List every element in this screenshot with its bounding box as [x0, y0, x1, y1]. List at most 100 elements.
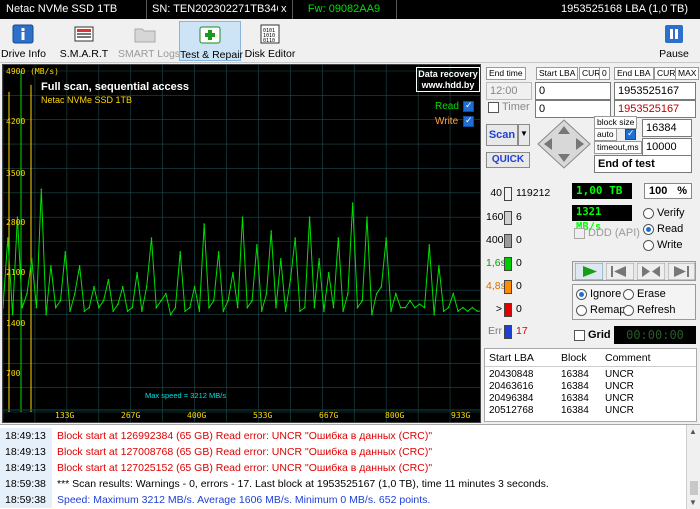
- end-action-select[interactable]: End of test: [594, 155, 692, 173]
- read-series-point: [74, 292, 76, 295]
- folder-icon: [134, 28, 156, 43]
- read-series-point: [198, 310, 201, 312]
- ddd-api-checkbox[interactable]: [574, 228, 585, 239]
- y-tick-label: 3500: [6, 169, 26, 178]
- test-repair-button[interactable]: Test & Repair: [179, 21, 243, 61]
- legend-write-checkbox[interactable]: [463, 115, 474, 127]
- x-tick-label: 800G: [385, 411, 405, 420]
- read-series-point: [356, 306, 359, 309]
- read-series-point: [30, 258, 33, 260]
- log-message: *** Scan results: Warnings - 0, errors -…: [57, 478, 549, 490]
- close-icon[interactable]: x: [279, 2, 291, 17]
- scroll-thumb[interactable]: [690, 481, 698, 495]
- read-series-point: [380, 285, 383, 288]
- disk-editor-button[interactable]: 0101 1010 0110 Disk Editor: [244, 21, 296, 61]
- read-series-point: [232, 272, 234, 274]
- read-series-point: [145, 285, 148, 288]
- read-series-point: [126, 310, 129, 312]
- read-series-point: [165, 292, 167, 295]
- pause-button[interactable]: Pause: [652, 21, 696, 61]
- log-timestamp: 18:49:13: [0, 428, 52, 444]
- drive-info-icon: [12, 24, 34, 44]
- block-legend-time: >: [495, 303, 502, 315]
- read-series-point: [141, 310, 143, 312]
- log-entry: 18:59:38 Speed: Maximum 3212 MB/s. Averag…: [0, 492, 684, 508]
- step-back-icon[interactable]: [606, 263, 634, 280]
- end-lba-field[interactable]: 1953525167: [614, 82, 696, 100]
- read-series-point: [313, 306, 316, 309]
- scroll-up-icon[interactable]: ▲: [689, 427, 697, 436]
- max-speed-label: Max speed = 3212 MB/s: [145, 391, 227, 400]
- log-entry: 18:49:13 Block start at 127008768 (65 GB)…: [0, 444, 684, 460]
- start-lba-field[interactable]: 0: [535, 82, 611, 100]
- read-series-point: [366, 216, 368, 218]
- grid-checkbox[interactable]: [574, 330, 585, 341]
- drive-info-button[interactable]: Drive Info: [1, 21, 46, 61]
- legend-read-checkbox[interactable]: [463, 100, 474, 112]
- read-series-point: [462, 306, 464, 309]
- firmware-version: Fw: 09082AA9: [307, 3, 381, 15]
- verify-label: Verify: [657, 207, 685, 219]
- event-log[interactable]: 18:49:13 Block start at 126992384 (65 GB)…: [0, 424, 700, 509]
- ignore-radio[interactable]: [576, 289, 587, 300]
- read-series-point: [280, 258, 282, 260]
- scroll-down-icon[interactable]: ▼: [689, 498, 697, 507]
- end-time-field[interactable]: 12:00: [486, 82, 532, 100]
- write-radio[interactable]: [643, 240, 654, 251]
- read-series-point: [337, 237, 340, 239]
- table-row[interactable]: 20512768 16384 UNCR: [485, 405, 696, 417]
- remap-radio[interactable]: [576, 305, 587, 316]
- read-series-point: [390, 310, 392, 312]
- refresh-radio[interactable]: [623, 305, 634, 316]
- read-series-point: [131, 306, 134, 309]
- log-message: Speed: Maximum 3212 MB/s. Average 1606 M…: [57, 494, 431, 506]
- read-series-point: [246, 306, 249, 309]
- block-legend-count: 0: [516, 257, 522, 269]
- write-label: Write: [657, 239, 683, 251]
- smart-logs-button[interactable]: SMART Logs: [118, 21, 180, 61]
- block-legend-row: 40 119212: [486, 186, 566, 202]
- table-row[interactable]: 20496384 16384 UNCR: [485, 393, 696, 405]
- smart-button[interactable]: S.M.A.R.T: [55, 21, 113, 61]
- capacity-display: 1,00 TB: [572, 183, 632, 199]
- timeout-label: timeout,ms: [594, 141, 642, 154]
- read-radio[interactable]: [643, 224, 654, 235]
- read-series-point: [40, 188, 43, 191]
- block-size-select[interactable]: 16384: [642, 119, 692, 137]
- scan-dropdown-icon[interactable]: ▼: [518, 124, 530, 146]
- skip-icon[interactable]: [637, 263, 665, 280]
- read-series-point: [3, 306, 4, 309]
- scan-button[interactable]: Scan: [486, 124, 518, 146]
- read-series-point: [332, 306, 335, 309]
- to-end-icon[interactable]: [668, 263, 695, 280]
- auto-label: auto: [594, 128, 617, 141]
- block-legend-count: 0: [516, 280, 522, 292]
- erase-radio[interactable]: [623, 289, 634, 300]
- read-series-point: [476, 310, 479, 312]
- play-icon[interactable]: [575, 263, 603, 280]
- timer-checkbox[interactable]: [488, 102, 499, 113]
- brand-box: Data recovery www.hdd.by: [416, 67, 480, 92]
- auto-checkbox[interactable]: [625, 128, 636, 140]
- errors-table[interactable]: Start LBA Block Comment 20430848 16384 UNC…: [484, 348, 697, 422]
- graph-drive-name: Netac NVMe SSD 1TB: [41, 95, 133, 105]
- log-timestamp: 18:49:13: [0, 444, 52, 460]
- quick-button[interactable]: QUICK: [486, 152, 530, 168]
- log-scrollbar[interactable]: ▲ ▼: [686, 425, 700, 509]
- toolbar: Drive Info S.M.A.R.T SMART Logs Test & R…: [0, 19, 700, 63]
- read-series-point: [189, 306, 191, 309]
- table-row[interactable]: 20463616 16384 UNCR: [485, 381, 696, 393]
- end-max-label[interactable]: MAX: [675, 67, 700, 80]
- read-series-point: [351, 202, 354, 205]
- log-timestamp: 18:59:38: [0, 492, 52, 508]
- verify-radio[interactable]: [643, 208, 654, 219]
- start-zero-label[interactable]: 0: [599, 67, 610, 80]
- direction-pad[interactable]: [536, 118, 592, 170]
- read-series-point: [88, 306, 91, 309]
- table-row[interactable]: 20430848 16384 UNCR: [485, 369, 696, 381]
- read-series-point: [236, 306, 239, 309]
- ddd-api-label: DDD (API): [588, 227, 640, 239]
- block-legend-time: 400: [486, 234, 504, 246]
- log-timestamp: 18:49:13: [0, 460, 52, 476]
- timeout-select[interactable]: 10000: [642, 138, 692, 156]
